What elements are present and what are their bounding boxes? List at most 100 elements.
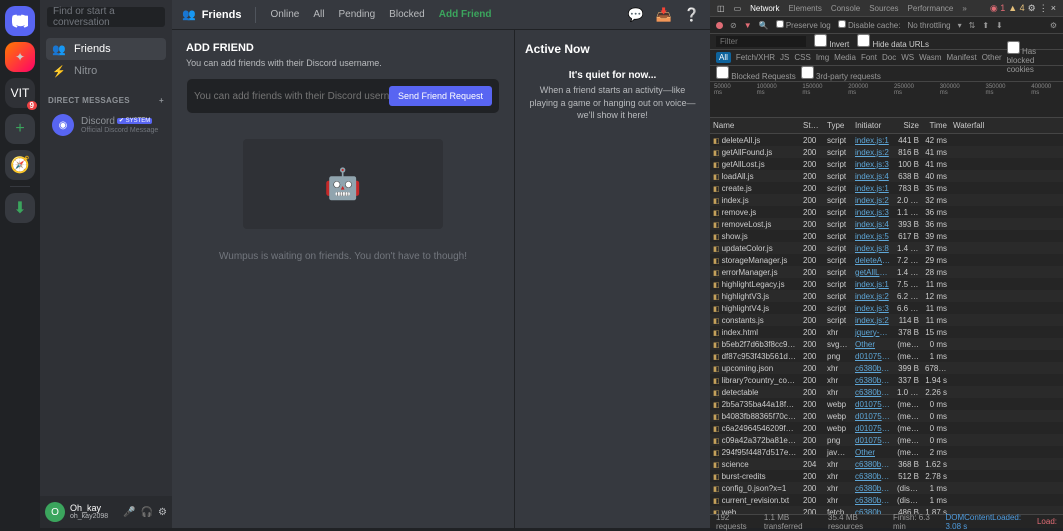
tab-online[interactable]: Online	[270, 9, 299, 20]
col-initiator-header[interactable]: Initiator	[852, 121, 894, 130]
filter-input[interactable]	[716, 36, 806, 47]
friends-nav[interactable]: 👥 Friends	[46, 38, 166, 60]
network-row[interactable]: 2b5a735ba44a18fb928…200webpd01075b…j(me……	[710, 398, 1063, 410]
download-apps-icon[interactable]: ⬇	[5, 193, 35, 223]
network-row[interactable]: science204xhrc6380b0…j368 B1.62 s	[710, 458, 1063, 470]
hide-urls-check[interactable]: Hide data URLs	[857, 34, 929, 49]
network-row[interactable]: detectable200xhrc6380b0…j1.0 MB2.26 s	[710, 386, 1063, 398]
send-friend-request-button[interactable]: Send Friend Request	[389, 86, 492, 106]
tab-add-friend[interactable]: Add Friend	[439, 9, 492, 20]
network-row[interactable]: library?country_code=IN200xhrc6380b0…j33…	[710, 374, 1063, 386]
download-icon[interactable]: ⬇	[996, 21, 1003, 30]
col-waterfall-header[interactable]: Waterfall	[950, 121, 1063, 130]
network-row[interactable]: 294f95f4487d517e20b…200javas…Other(me…2 …	[710, 446, 1063, 458]
col-name-header[interactable]: Name	[710, 121, 800, 130]
nitro-nav[interactable]: ⚡ Nitro	[46, 60, 166, 82]
tab-pending[interactable]: Pending	[338, 9, 375, 20]
network-row[interactable]: removeLost.js200scriptindex.js:4393 B36 …	[710, 218, 1063, 230]
tab-more[interactable]: »	[962, 4, 966, 13]
throttle-select[interactable]: No throttling	[907, 21, 950, 30]
col-time-header[interactable]: Time	[922, 121, 950, 130]
wifi-icon[interactable]: ⇅	[969, 21, 976, 30]
network-row[interactable]: burst-credits200xhrc6380b0…j512 B2.78 s	[710, 470, 1063, 482]
network-row[interactable]: b5eb2f7d6b3f8cc9b60…200svg+…Other(me…0 m…	[710, 338, 1063, 350]
network-row[interactable]: loadAll.js200scriptindex.js:4638 B40 ms	[710, 170, 1063, 182]
col-type-header[interactable]: Type	[824, 121, 852, 130]
type-filter-manifest[interactable]: Manifest	[946, 53, 976, 62]
type-filter-font[interactable]: Font	[861, 53, 877, 62]
discord-system-dm[interactable]: ◉ Discord✔ SYSTEM Official Discord Messa…	[46, 111, 166, 139]
error-badge[interactable]: ◉ 1	[990, 3, 1005, 14]
col-status-header[interactable]: Status	[800, 121, 824, 130]
type-filter-css[interactable]: CSS	[794, 53, 810, 62]
network-row[interactable]: highlightLegacy.js200scriptindex.js:17.5…	[710, 278, 1063, 290]
tab-all[interactable]: All	[313, 9, 324, 20]
add-friend-input[interactable]	[194, 91, 389, 102]
blocked-requests-check[interactable]: Blocked Requests	[716, 66, 796, 81]
network-row[interactable]: highlightV4.js200scriptindex.js:36.6 kB1…	[710, 302, 1063, 314]
network-row[interactable]: getAllLost.js200scriptindex.js:3100 B41 …	[710, 158, 1063, 170]
type-filter-fetchxhr[interactable]: Fetch/XHR	[736, 53, 775, 62]
mute-icon[interactable]: 🎤	[123, 507, 135, 518]
network-settings-icon[interactable]: ⚙	[1050, 21, 1057, 30]
help-icon[interactable]: ❔	[684, 7, 700, 23]
server-icon-1[interactable]: ✦	[5, 42, 35, 72]
settings-icon[interactable]: ⚙	[158, 507, 167, 518]
search-input[interactable]: Find or start a conversation	[47, 7, 165, 27]
menu-icon[interactable]: ⋮	[1039, 3, 1048, 14]
network-row[interactable]: b4083fb88365f70ceb8…200webpd01075b…j(me……	[710, 410, 1063, 422]
type-filter-wasm[interactable]: Wasm	[919, 53, 941, 62]
invert-check[interactable]: Invert	[814, 34, 849, 49]
network-row[interactable]: storageManager.js200scriptdeleteAll.js:1…	[710, 254, 1063, 266]
type-filter-other[interactable]: Other	[982, 53, 1002, 62]
network-row[interactable]: df87c953f43b561d71f…200pngd01075b…j(me…1…	[710, 350, 1063, 362]
add-dm-icon[interactable]: +	[159, 96, 164, 105]
filter-icon[interactable]: ▼	[744, 21, 752, 30]
new-group-dm-icon[interactable]: 💬	[627, 7, 643, 23]
network-row[interactable]: current_revision.txt200xhrc6380b0…j(disk…	[710, 494, 1063, 506]
clear-icon[interactable]: ⊘	[730, 21, 737, 30]
type-filter-ws[interactable]: WS	[901, 53, 914, 62]
tab-sources[interactable]: Sources	[869, 4, 898, 13]
network-row[interactable]: c09a42a372ba81e3018…200pngd01075b…j(me…0…	[710, 434, 1063, 446]
tab-performance[interactable]: Performance	[908, 4, 954, 13]
settings-icon[interactable]: ⚙	[1028, 3, 1036, 14]
search-icon[interactable]: 🔍	[759, 21, 769, 30]
network-row[interactable]: show.js200scriptindex.js:5617 B39 ms	[710, 230, 1063, 242]
server-icon-2[interactable]: VIT9	[5, 78, 35, 108]
tab-network[interactable]: Network	[750, 4, 779, 13]
throttle-chevron-icon[interactable]: ▾	[958, 21, 962, 30]
network-row[interactable]: c6a24964546209f337…200webpd01075b…j(me…0…	[710, 422, 1063, 434]
network-row[interactable]: index.html200xhrjquery-2.1…378 B15 ms	[710, 326, 1063, 338]
tab-elements[interactable]: Elements	[788, 4, 821, 13]
network-row[interactable]: deleteAll.js200scriptindex.js:1441 B42 m…	[710, 134, 1063, 146]
network-row[interactable]: index.js200scriptindex.js:22.0 kB32 ms	[710, 194, 1063, 206]
type-filter-img[interactable]: Img	[816, 53, 829, 62]
deafen-icon[interactable]: 🎧	[141, 507, 153, 518]
inbox-icon[interactable]: 📥	[656, 7, 672, 23]
network-row[interactable]: getAllFound.js200scriptindex.js:2816 B41…	[710, 146, 1063, 158]
type-filter-all[interactable]: All	[716, 52, 731, 63]
disable-cache-check[interactable]: Disable cache:	[838, 20, 901, 30]
warning-badge[interactable]: ▲ 4	[1008, 3, 1024, 13]
device-icon[interactable]: ▭	[734, 4, 742, 13]
home-server-icon[interactable]	[5, 6, 35, 36]
network-row[interactable]: highlightV3.js200scriptindex.js:26.2 kB1…	[710, 290, 1063, 302]
network-row[interactable]: errorManager.js200scriptgetAllLost.js:11…	[710, 266, 1063, 278]
network-row[interactable]: create.js200scriptindex.js:1783 B35 ms	[710, 182, 1063, 194]
record-icon[interactable]	[716, 22, 723, 29]
user-avatar[interactable]: O	[45, 502, 65, 522]
network-row[interactable]: updateColor.js200scriptindex.js:81.4 kB3…	[710, 242, 1063, 254]
inspect-icon[interactable]: ◫	[717, 4, 725, 13]
col-size-header[interactable]: Size	[894, 121, 922, 130]
network-row[interactable]: config_0.json?x=1200xhrc6380b0…j(disk …1…	[710, 482, 1063, 494]
explore-server-icon[interactable]: 🧭	[5, 150, 35, 180]
type-filter-media[interactable]: Media	[834, 53, 856, 62]
tab-blocked[interactable]: Blocked	[389, 9, 425, 20]
third-party-check[interactable]: 3rd-party requests	[801, 66, 881, 81]
tab-console[interactable]: Console	[831, 4, 860, 13]
type-filter-doc[interactable]: Doc	[882, 53, 896, 62]
preserve-log-check[interactable]: Preserve log	[776, 20, 831, 30]
type-filter-js[interactable]: JS	[780, 53, 789, 62]
upload-icon[interactable]: ⬆	[982, 21, 989, 30]
